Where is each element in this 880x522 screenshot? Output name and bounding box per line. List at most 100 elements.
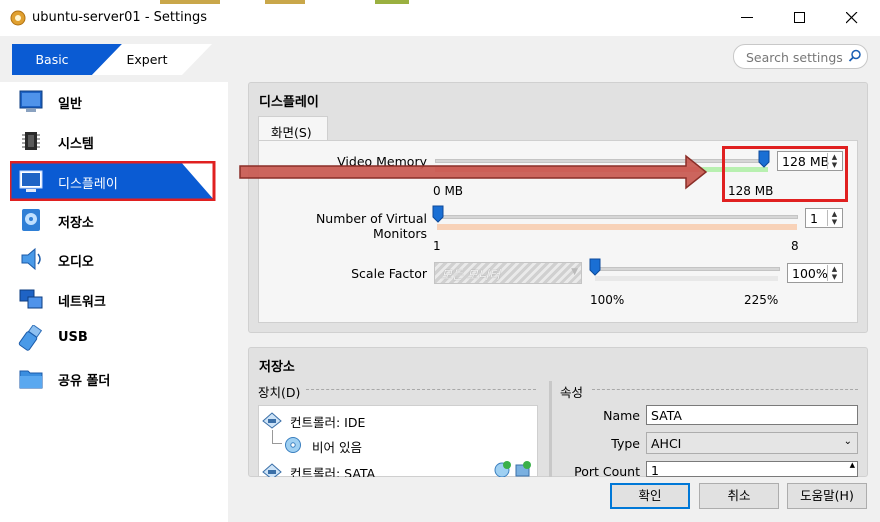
- scale-factor-slider-handle[interactable]: [589, 258, 601, 276]
- name-label: Name: [603, 408, 640, 423]
- tree-item-sata-controller[interactable]: 컨트롤러: SATA: [262, 461, 534, 477]
- sidebar-item-system[interactable]: 시스템: [10, 122, 216, 160]
- sidebar-item-label: 오디오: [58, 255, 94, 270]
- title-bar: ubuntu-server01 - Settings: [0, 0, 880, 36]
- tree-item-empty-drive[interactable]: 비어 있음: [284, 435, 534, 455]
- display-group-title: 디스플레이: [259, 95, 319, 110]
- red-arrow-annotation: [239, 154, 708, 190]
- attributes-divider: [592, 389, 858, 390]
- window-top-strip-3: [375, 0, 409, 4]
- sidebar-item-general[interactable]: 일반: [10, 82, 216, 120]
- basic-mode-button[interactable]: Basic: [12, 44, 92, 75]
- virtual-monitors-slider-track[interactable]: [435, 215, 798, 219]
- system-chip-icon: [22, 132, 40, 150]
- virtual-monitors-label: Number of Virtual Monitors: [315, 211, 427, 241]
- scale-factor-slider-track[interactable]: [592, 267, 780, 271]
- tab-screen-label: 화면(S): [271, 125, 312, 140]
- name-field[interactable]: SATA: [646, 405, 858, 425]
- scale-factor-value: 100%: [792, 266, 828, 281]
- minimize-button[interactable]: [724, 4, 770, 32]
- scale-factor-range: [595, 276, 778, 281]
- tree-connector: [272, 430, 282, 444]
- spin-up-icon: ▲: [831, 210, 838, 218]
- scale-factor-spinbox[interactable]: 100% ▲ ▼: [787, 263, 843, 283]
- network-icon: [19, 289, 43, 309]
- tree-item-label: 비어 있음: [312, 440, 362, 455]
- optical-disc-icon: [285, 437, 301, 453]
- maximize-icon: [794, 12, 805, 23]
- close-button[interactable]: [829, 4, 875, 32]
- window-top-strip-2: [265, 0, 305, 4]
- mode-toggle: Basic Expert: [12, 44, 212, 75]
- sidebar-item-label: 네트워크: [58, 295, 106, 310]
- button-bar: [228, 477, 880, 522]
- tree-item-ide-controller[interactable]: 컨트롤러: IDE: [262, 410, 532, 430]
- sidebar-item-shared-folder[interactable]: 공유 폴더: [10, 359, 216, 397]
- virtual-monitors-spinbox[interactable]: 1 ▲ ▼: [805, 208, 843, 228]
- scale-monitor-combo[interactable]: 모든 모니터 ▼: [434, 262, 582, 284]
- sidebar-item-usb[interactable]: USB: [10, 319, 216, 357]
- virtual-monitors-value: 1: [810, 211, 818, 226]
- storage-splitter[interactable]: [549, 381, 552, 477]
- devices-divider: [306, 389, 536, 390]
- storage-group-title: 저장소: [259, 360, 295, 375]
- audio-speaker-icon: [21, 247, 41, 271]
- virtual-monitors-slider-handle[interactable]: [432, 205, 444, 223]
- scale-monitor-combo-label: 모든 모니터: [441, 268, 501, 282]
- sidebar-item-network[interactable]: 네트워크: [10, 280, 216, 318]
- sidebar-item-display[interactable]: 디스플레이: [10, 161, 216, 201]
- type-select[interactable]: AHCI ⌄: [646, 432, 858, 454]
- maximize-button[interactable]: [777, 4, 823, 32]
- window-title: ubuntu-server01 - Settings: [32, 10, 207, 25]
- tree-item-label: 컨트롤러: IDE: [290, 415, 366, 430]
- virtual-monitors-spin-arrows[interactable]: ▲ ▼: [827, 210, 841, 226]
- shared-folder-icon: [19, 370, 43, 389]
- add-hard-disk-icon[interactable]: [514, 461, 532, 477]
- sidebar-item-label: 공유 폴더: [58, 374, 111, 389]
- type-select-value: AHCI: [651, 436, 682, 451]
- attributes-label: 속성: [560, 385, 584, 400]
- window-top-strip: [160, 0, 220, 4]
- sidebar-item-label: 저장소: [58, 216, 94, 231]
- spin-down-icon: ▼: [831, 218, 838, 226]
- ok-button[interactable]: 확인: [610, 483, 690, 509]
- ide-controller-icon: [262, 412, 282, 429]
- virtual-monitors-max-label: 8: [791, 239, 799, 253]
- devices-label: 장치(D): [258, 385, 301, 400]
- add-optical-drive-icon[interactable]: [494, 461, 512, 477]
- spin-down-icon: ▼: [831, 273, 838, 281]
- help-button[interactable]: 도움말(H): [787, 483, 867, 509]
- sata-controller-icon: [262, 463, 282, 477]
- scale-factor-min-label: 100%: [590, 293, 625, 307]
- video-memory-highlight-box: [722, 146, 848, 202]
- scale-factor-max-label: 225%: [744, 293, 779, 307]
- sidebar-item-audio[interactable]: 오디오: [10, 240, 216, 278]
- sidebar-item-label: USB: [58, 330, 88, 345]
- chevron-down-icon: ⌄: [843, 436, 852, 447]
- minimize-icon: [741, 17, 753, 18]
- port-count-field[interactable]: 1 ▲: [646, 461, 858, 477]
- storage-disk-icon: [22, 209, 40, 231]
- sidebar-item-label: 시스템: [58, 137, 94, 152]
- chevron-down-icon: ▼: [571, 267, 578, 277]
- close-icon: [846, 12, 858, 24]
- scale-factor-spin-arrows[interactable]: ▲ ▼: [827, 265, 841, 281]
- display-monitor-icon: [19, 170, 43, 192]
- spin-up-icon: ▲: [831, 265, 838, 273]
- cancel-button[interactable]: 취소: [699, 483, 779, 509]
- search-icon: [848, 49, 861, 62]
- tab-screen[interactable]: 화면(S): [258, 116, 328, 141]
- expert-mode-button[interactable]: Expert: [112, 44, 182, 75]
- type-label: Type: [611, 436, 640, 451]
- search-placeholder: Search settings: [746, 50, 843, 65]
- sidebar-item-storage[interactable]: 저장소: [10, 201, 216, 239]
- tree-item-label: 컨트롤러: SATA: [290, 466, 376, 477]
- sidebar-item-label: 디스플레이: [58, 177, 118, 192]
- spin-up-icon[interactable]: ▲: [850, 462, 855, 469]
- general-icon: [19, 90, 43, 112]
- virtual-monitors-min-label: 1: [433, 239, 441, 253]
- usb-icon: [18, 325, 43, 351]
- search-field[interactable]: Search settings: [733, 44, 868, 69]
- scale-factor-label: Scale Factor: [351, 266, 427, 281]
- virtual-monitors-range: [437, 224, 797, 230]
